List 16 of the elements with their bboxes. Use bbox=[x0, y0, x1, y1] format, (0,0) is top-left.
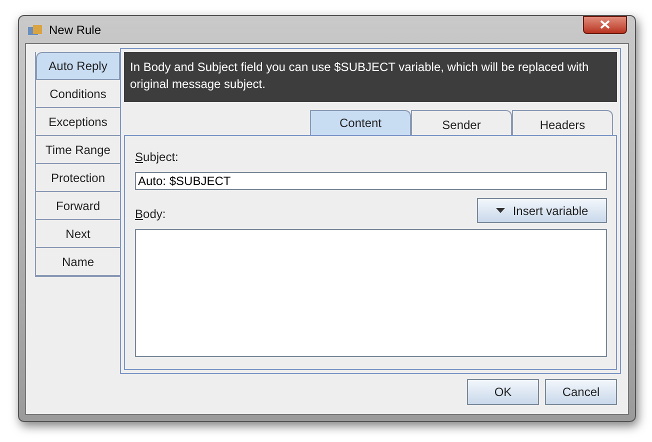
caret-icon bbox=[496, 208, 505, 213]
tab[interactable]: Sender bbox=[411, 110, 512, 135]
info-banner: In Body and Subject field you can use $SUBJECT variable, which will be replaced with original message subject. bbox=[124, 52, 617, 102]
body-field[interactable] bbox=[135, 229, 607, 357]
ok-button[interactable]: OK bbox=[467, 379, 539, 405]
window-title: New Rule bbox=[49, 22, 102, 38]
body-label: Body: bbox=[135, 206, 166, 223]
insert-variable-button[interactable]: Insert variable bbox=[477, 198, 607, 223]
subject-field[interactable]: Auto: $SUBJECT bbox=[135, 172, 607, 190]
tab[interactable]: Headers bbox=[512, 110, 613, 135]
subject-label: Subject: bbox=[135, 149, 180, 166]
tab[interactable]: Content bbox=[310, 110, 411, 135]
cancel-button[interactable]: Cancel bbox=[545, 379, 617, 405]
side-tab[interactable]: Auto Reply bbox=[36, 52, 120, 80]
close-button[interactable] bbox=[583, 16, 627, 34]
close-icon bbox=[600, 20, 610, 29]
